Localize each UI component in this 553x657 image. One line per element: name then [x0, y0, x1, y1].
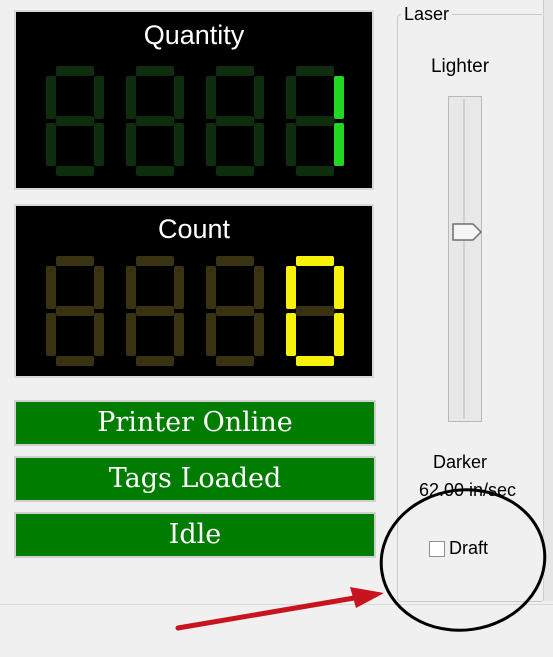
digit-1-segment-d: [56, 166, 94, 176]
digit-4-segment-f: [286, 76, 296, 119]
digit-3-segment-c: [254, 313, 264, 356]
digit-1-segment-e: [46, 123, 56, 166]
count-digits: [46, 256, 344, 366]
digit-1-segment-b: [94, 76, 104, 119]
panel-edge: [543, 0, 553, 601]
digit-3-segment-d: [216, 356, 254, 366]
digit-1-segment-f: [46, 76, 56, 119]
digit-2-segment-d: [136, 166, 174, 176]
digit-4-segment-g: [296, 306, 334, 316]
digit-3-segment-b: [254, 76, 264, 119]
digit-4-segment-d: [296, 166, 334, 176]
digit-3-segment-f: [206, 76, 216, 119]
digit-2-segment-g: [136, 116, 174, 126]
digit-2-segment-b: [174, 76, 184, 119]
count-display: Count: [14, 204, 374, 378]
digit-2-segment-e: [126, 123, 136, 166]
digit-3-segment-a: [216, 256, 254, 266]
digit-1-segment-g: [56, 306, 94, 316]
digit-2-segment-e: [126, 313, 136, 356]
digit-2-segment-a: [136, 256, 174, 266]
slider-track: [463, 99, 465, 419]
speed-readout: 62.00 in/sec: [418, 480, 517, 500]
status-printer-online: Printer Online: [14, 400, 376, 446]
digit-3-segment-f: [206, 266, 216, 309]
digit-1-segment-a: [56, 256, 94, 266]
bottom-bar: [0, 604, 553, 657]
digit-2-segment-f: [126, 76, 136, 119]
digit-1-segment-c: [94, 313, 104, 356]
digit-1-segment-e: [46, 313, 56, 356]
digit-1-segment-c: [94, 123, 104, 166]
digit-1-segment-g: [56, 116, 94, 126]
laser-legend: Laser: [401, 4, 453, 25]
digit-2-segment-f: [126, 266, 136, 309]
digit-2-segment-c: [174, 313, 184, 356]
digit-4-segment-e: [286, 313, 296, 356]
display-panel: Quantity Count Printer Online Tags Loade…: [0, 0, 393, 656]
digit-3-segment-g: [216, 116, 254, 126]
digit-3-segment-a: [216, 66, 254, 76]
digit-3-segment-d: [216, 166, 254, 176]
digit-2-segment-b: [174, 266, 184, 309]
digit-3-segment-c: [254, 123, 264, 166]
digit-4-segment-a: [296, 256, 334, 266]
laser-slider[interactable]: [448, 96, 482, 422]
digit-2-segment-d: [136, 356, 174, 366]
digit-3-segment-g: [216, 306, 254, 316]
digit-4-segment-g: [296, 116, 334, 126]
digit-3-segment-b: [254, 266, 264, 309]
slider-thumb[interactable]: [451, 222, 483, 242]
status-tags-loaded: Tags Loaded: [14, 456, 376, 502]
quantity-digits: [46, 66, 344, 176]
lighter-label: Lighter: [430, 56, 490, 77]
digit-1-segment-f: [46, 266, 56, 309]
digit-4-segment-f: [286, 266, 296, 309]
digit-4-segment-a: [296, 66, 334, 76]
quantity-display: Quantity: [14, 10, 374, 190]
digit-1-segment-d: [56, 356, 94, 366]
digit-4-segment-e: [286, 123, 296, 166]
digit-4-segment-b: [334, 76, 344, 119]
draft-checkbox[interactable]: Draft: [429, 538, 488, 559]
draft-checkbox-box[interactable]: [429, 540, 445, 557]
digit-4-segment-b: [334, 266, 344, 309]
digit-3-segment-e: [206, 123, 216, 166]
digit-4-segment-c: [334, 123, 344, 166]
digit-1-segment-b: [94, 266, 104, 309]
draft-label: Draft: [449, 538, 489, 558]
status-idle: Idle: [14, 512, 376, 558]
digit-4-segment-c: [334, 313, 344, 356]
digit-2-segment-a: [136, 66, 174, 76]
digit-3-segment-e: [206, 313, 216, 356]
digit-4-segment-d: [296, 356, 334, 366]
darker-label: Darker: [432, 452, 487, 472]
digit-2-segment-g: [136, 306, 174, 316]
digit-2-segment-c: [174, 123, 184, 166]
digit-1-segment-a: [56, 66, 94, 76]
